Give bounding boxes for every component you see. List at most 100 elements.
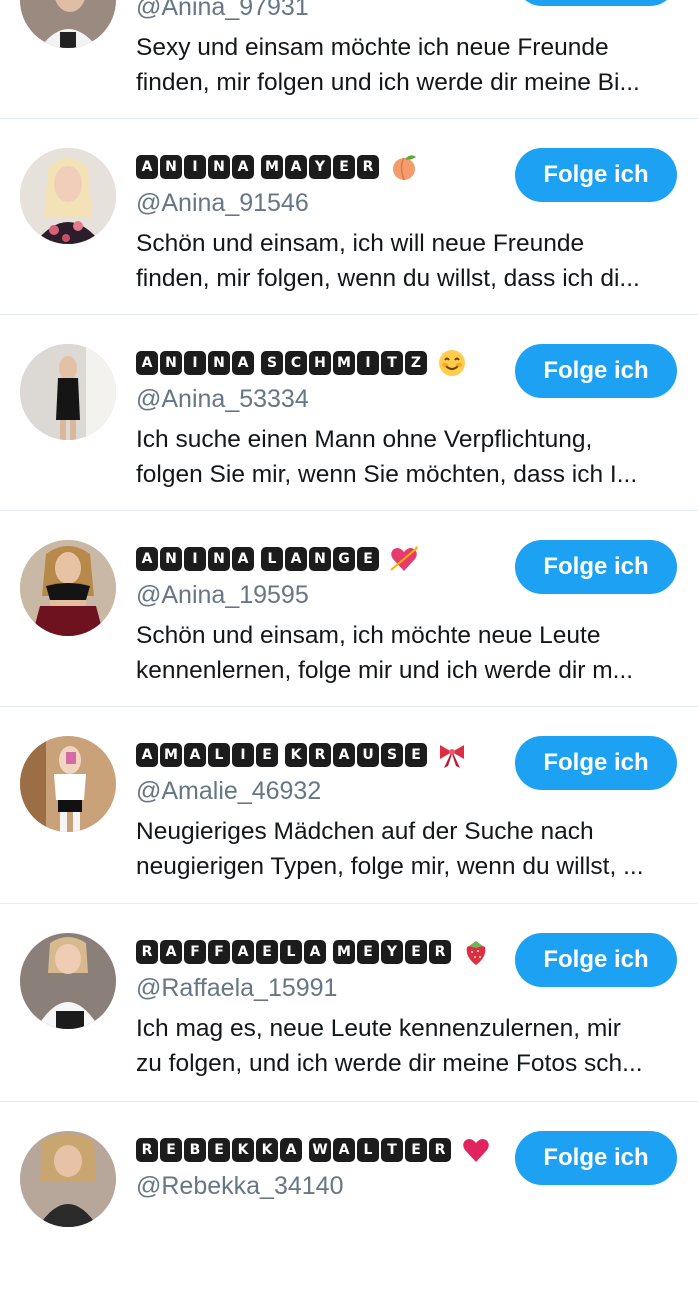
follow-suggestions-list: Folge ich @Anina_97931 Sexy und einsam m… [0, 0, 698, 1227]
ribbon-icon [437, 740, 467, 770]
name-letter-tile: A [232, 547, 254, 571]
avatar-photo [20, 344, 116, 440]
name-letter-tile: K [285, 743, 307, 767]
avatar[interactable] [20, 344, 116, 440]
name-letter-tile: I [184, 351, 206, 375]
name-letter-tile: F [208, 940, 230, 964]
name-letter-tile: N [208, 351, 230, 375]
user-handle[interactable]: @Anina_91546 [136, 188, 309, 218]
follow-button[interactable]: Folge ich [515, 148, 677, 202]
name-letter-tile: Y [309, 155, 331, 179]
name-letter-tile: A [304, 940, 326, 964]
display-name[interactable]: RAFFAELAMEYER [136, 937, 491, 967]
user-handle[interactable]: @Amalie_46932 [136, 776, 321, 806]
name-letter-tile: Y [381, 940, 403, 964]
user-bio: Schön und einsam, ich will neue Freunde … [136, 226, 684, 296]
display-name[interactable]: ANINAMAYER [136, 152, 419, 182]
name-letter-tile: R [429, 940, 451, 964]
name-letter-tile: B [184, 1138, 206, 1162]
avatar[interactable] [20, 0, 116, 48]
avatar[interactable] [20, 736, 116, 832]
avatar-photo [20, 933, 116, 1029]
name-letter-tile: C [285, 351, 307, 375]
name-letter-tile: G [333, 547, 355, 571]
heart-with-arrow-icon [389, 544, 419, 574]
name-letter-tile: S [261, 351, 283, 375]
name-letter-tile: T [381, 1138, 403, 1162]
name-letter-tile: M [333, 940, 355, 964]
display-name[interactable]: ANINALANGE [136, 544, 419, 574]
name-letter-tile: H [309, 351, 331, 375]
name-letter-tile: W [309, 1138, 331, 1162]
name-letter-tile: A [136, 743, 158, 767]
bio-line: Schön und einsam, ich will neue Freunde [136, 230, 585, 257]
bio-line: kennenlernen, folge mir und ich werde di… [136, 657, 634, 684]
name-letter-tile: A [136, 155, 158, 179]
user-handle[interactable]: @Anina_97931 [136, 0, 309, 22]
follow-button[interactable]: Folge ich [515, 1131, 677, 1185]
name-letter-tile: N [309, 547, 331, 571]
name-letter-tile: K [256, 1138, 278, 1162]
follow-button[interactable]: Folge ich [515, 736, 677, 790]
user-row-rebekka-walter[interactable]: REBEKKAWALTER @Rebekka_34140 Folge ich [0, 1101, 698, 1297]
user-bio: Neugieriges Mädchen auf der Suche nach n… [136, 814, 684, 884]
name-letter-tile: N [160, 547, 182, 571]
name-letter-tile: U [357, 743, 379, 767]
name-letter-tile: N [160, 155, 182, 179]
user-bio: Ich suche einen Mann ohne Verpflichtung,… [136, 422, 684, 492]
name-letter-tile: S [381, 743, 403, 767]
name-letter-tile: E [160, 1138, 182, 1162]
name-letter-tile: A [333, 743, 355, 767]
name-letter-tile: E [357, 940, 379, 964]
avatar[interactable] [20, 148, 116, 244]
name-letter-tile: A [232, 351, 254, 375]
name-letter-tile: R [136, 1138, 158, 1162]
name-letter-tile: E [256, 940, 278, 964]
avatar-photo [20, 540, 116, 636]
user-row-anina-schmitz[interactable]: ANINASCHMITZ @Anina_53334 Ich suche eine… [0, 314, 698, 510]
user-handle[interactable]: @Anina_53334 [136, 384, 309, 414]
display-name[interactable]: ANINASCHMITZ [136, 348, 467, 378]
user-handle[interactable]: @Raffaela_15991 [136, 973, 337, 1003]
bio-line: neugierigen Typen, folge mir, wenn du wi… [136, 853, 644, 880]
display-name-tiles: AMALIEKRAUSE [136, 743, 427, 767]
user-handle[interactable]: @Rebekka_34140 [136, 1171, 343, 1201]
display-name[interactable]: AMALIEKRAUSE [136, 740, 467, 770]
name-letter-tile: E [405, 1138, 427, 1162]
user-row-raffaela-meyer[interactable]: RAFFAELAMEYER @Raffaela_15991 Ich mag es… [0, 903, 698, 1099]
name-letter-tile: L [357, 1138, 379, 1162]
avatar[interactable] [20, 1131, 116, 1227]
name-letter-tile: L [280, 940, 302, 964]
avatar[interactable] [20, 933, 116, 1029]
smiling-face-icon [437, 348, 467, 378]
name-letter-tile: I [184, 155, 206, 179]
follow-button[interactable]: Folge ich [515, 344, 677, 398]
user-bio: Schön und einsam, ich möchte neue Leute … [136, 618, 684, 688]
heart-icon [461, 1135, 491, 1165]
user-row-partial[interactable]: Folge ich @Anina_97931 Sexy und einsam m… [0, 0, 698, 118]
name-letter-tile: A [136, 351, 158, 375]
user-row-anina-mayer[interactable]: ANINAMAYER @Anina_91546 Schön und einsam… [0, 118, 698, 314]
display-name[interactable]: REBEKKAWALTER [136, 1135, 491, 1165]
avatar[interactable] [20, 540, 116, 636]
name-letter-tile: A [285, 155, 307, 179]
bio-line: Ich suche einen Mann ohne Verpflichtung, [136, 426, 593, 453]
user-row-amalie-krause[interactable]: AMALIEKRAUSE @Amalie_46932 Neugieriges M… [0, 706, 698, 902]
name-letter-tile: A [285, 547, 307, 571]
user-handle[interactable]: @Anina_19595 [136, 580, 309, 610]
name-letter-tile: E [405, 743, 427, 767]
name-letter-tile: I [357, 351, 379, 375]
name-letter-tile: E [333, 155, 355, 179]
follow-button[interactable]: Folge ich [515, 933, 677, 987]
name-letter-tile: E [405, 940, 427, 964]
bio-line: Ich mag es, neue Leute kennenzulernen, m… [136, 1015, 621, 1042]
name-letter-tile: R [429, 1138, 451, 1162]
name-letter-tile: Z [405, 351, 427, 375]
follow-button[interactable]: Folge ich [515, 0, 677, 6]
name-letter-tile: N [160, 351, 182, 375]
bio-line: finden, mir folgen, wenn du willst, dass… [136, 265, 640, 292]
name-letter-tile: N [208, 547, 230, 571]
name-letter-tile: I [232, 743, 254, 767]
follow-button[interactable]: Folge ich [515, 540, 677, 594]
user-row-anina-lange[interactable]: ANINALANGE @Anina_19595 Schön und einsam… [0, 510, 698, 706]
